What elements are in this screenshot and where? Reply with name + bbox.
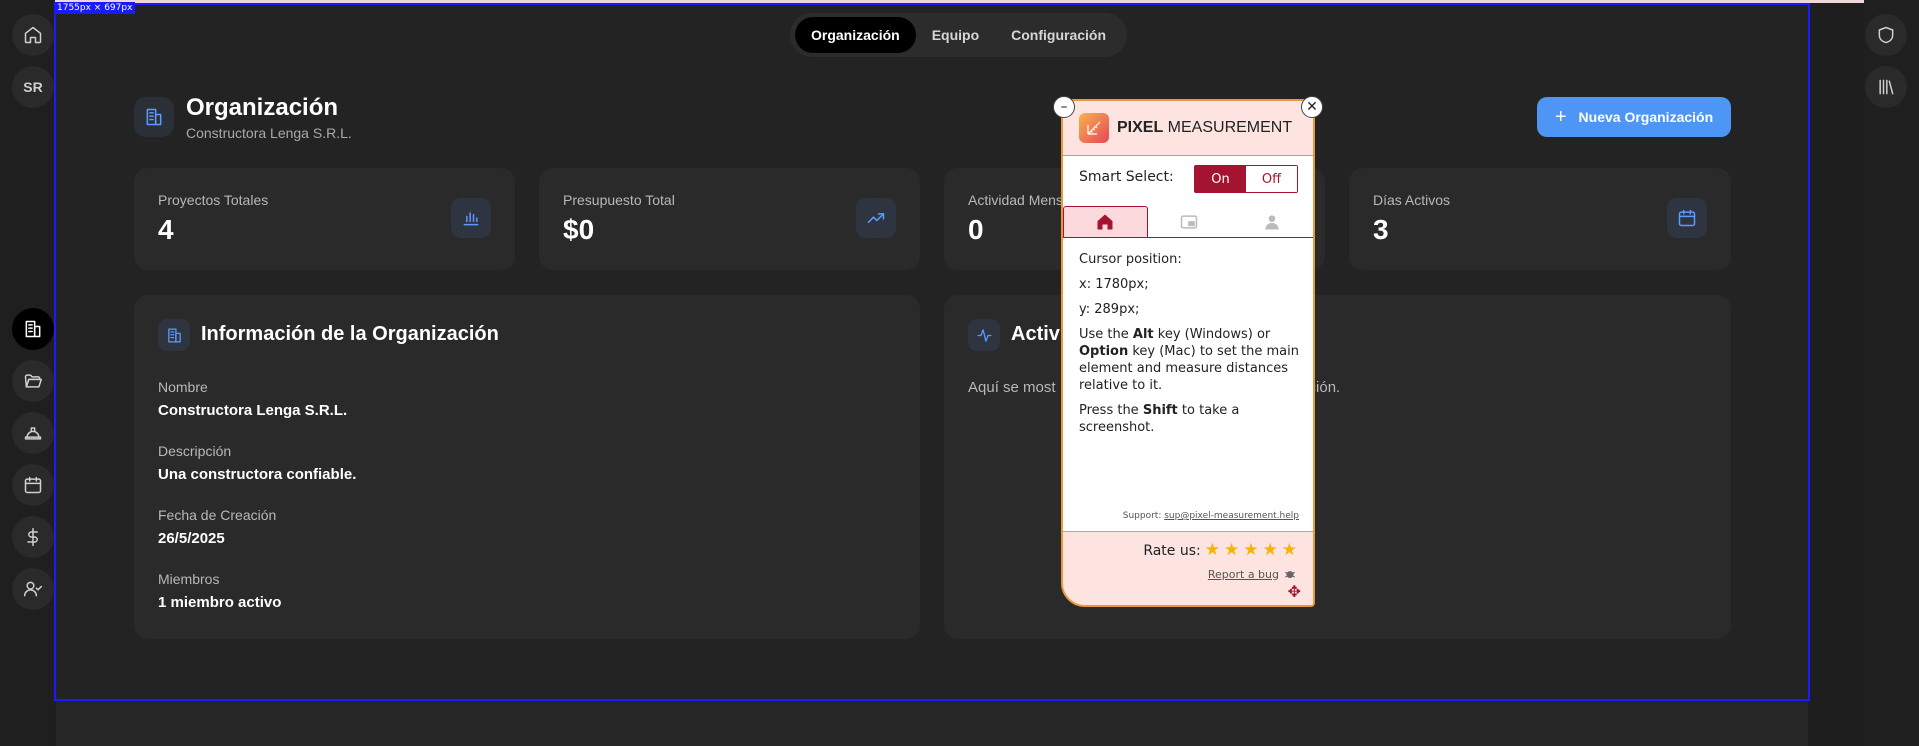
library-button[interactable] <box>1865 66 1907 108</box>
home-button[interactable] <box>12 14 54 56</box>
star-icon[interactable]: ★ <box>1243 542 1258 559</box>
pm-header: PIXEL MEASUREMENT <box>1063 101 1313 156</box>
home-icon <box>1097 214 1113 230</box>
calendar-icon <box>24 476 42 494</box>
user-icon <box>1265 214 1279 229</box>
projects-nav-button[interactable] <box>12 360 54 402</box>
security-button[interactable] <box>1865 14 1907 56</box>
left-sidebar: SR <box>0 0 55 746</box>
pm-tabs <box>1063 206 1313 238</box>
building-icon <box>25 320 41 338</box>
construction-nav-button[interactable] <box>12 412 54 454</box>
user-check-icon <box>23 581 43 597</box>
smart-select-off[interactable]: Off <box>1246 166 1297 192</box>
folder-open-icon <box>24 374 43 388</box>
pm-tab-screen[interactable] <box>1148 206 1231 237</box>
library-icon <box>1879 79 1894 95</box>
dollar-icon <box>27 527 38 547</box>
instructions-alt: Use the Alt key (Windows) or Option key … <box>1079 327 1299 393</box>
measurement-size-label: 1755px × 697px <box>54 2 136 14</box>
pm-brand: PIXEL MEASUREMENT <box>1117 119 1293 136</box>
cursor-y: y: 289px; <box>1079 302 1140 317</box>
pm-footer: Rate us: ★ ★ ★ ★ ★ Report a bug ✥ <box>1063 531 1313 605</box>
smart-select-toggle: On Off <box>1194 165 1298 193</box>
pm-body: Cursor position: x: 1780px; y: 289px; Us… <box>1079 251 1304 444</box>
organization-nav-button[interactable] <box>12 308 54 350</box>
instructions-shift: Press the Shift to take a screenshot. <box>1079 403 1240 435</box>
rate-label: Rate us: <box>1143 542 1201 559</box>
support-email-link[interactable]: sup@pixel-measurement.help <box>1164 511 1299 521</box>
minimize-button[interactable]: – <box>1053 96 1075 118</box>
measurement-frame <box>54 3 1810 701</box>
pm-tab-account[interactable] <box>1230 206 1313 237</box>
move-icon[interactable]: ✥ <box>1288 582 1301 601</box>
right-sidebar <box>1864 0 1919 746</box>
cursor-position-label: Cursor position: <box>1079 252 1182 267</box>
picture-in-picture-icon <box>1180 214 1198 229</box>
bug-icon <box>1285 571 1295 579</box>
rate-us: Rate us: ★ ★ ★ ★ ★ <box>1143 542 1297 559</box>
star-icon[interactable]: ★ <box>1224 542 1239 559</box>
users-nav-button[interactable] <box>12 568 54 610</box>
shield-icon <box>1878 26 1894 44</box>
ruler-logo-icon <box>1079 113 1109 143</box>
user-avatar[interactable]: SR <box>12 66 54 108</box>
pixel-measurement-panel: PIXEL MEASUREMENT Smart Select: On Off C… <box>1061 99 1315 607</box>
hard-hat-icon <box>24 427 42 440</box>
report-bug-link[interactable]: Report a bug <box>1208 567 1297 581</box>
page-bottom <box>56 701 1808 746</box>
home-icon <box>24 26 42 44</box>
close-button[interactable]: ✕ <box>1301 96 1323 118</box>
star-icon[interactable]: ★ <box>1282 542 1297 559</box>
calendar-nav-button[interactable] <box>12 464 54 506</box>
cursor-x: x: 1780px; <box>1079 277 1149 292</box>
smart-select-label: Smart Select: <box>1079 169 1174 185</box>
star-icon[interactable]: ★ <box>1205 542 1220 559</box>
smart-select-on[interactable]: On <box>1195 166 1246 192</box>
finance-nav-button[interactable] <box>12 516 54 558</box>
pm-tab-home[interactable] <box>1063 206 1148 237</box>
star-icon[interactable]: ★ <box>1263 542 1278 559</box>
support-line: Support: sup@pixel-measurement.help <box>1122 511 1299 521</box>
